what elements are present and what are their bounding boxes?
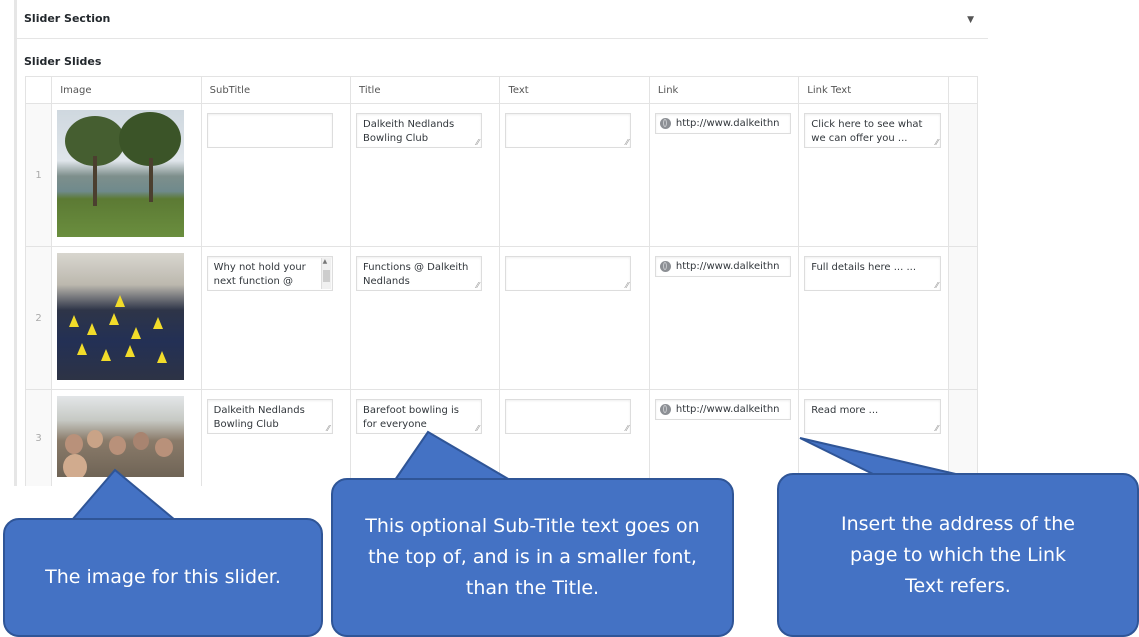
slides-repeater-table: Image SubTitle Title Text Link Link Text…: [24, 76, 979, 487]
resize-grip-icon[interactable]: ⁄⁄: [476, 282, 479, 290]
link-text-textarea[interactable]: Full details here ... ... ⁄⁄: [804, 256, 942, 291]
text-cell: ⁄⁄: [499, 103, 650, 247]
title-cell: Dalkeith Nedlands Bowling Club ⁄⁄: [350, 103, 501, 247]
subtitle-cell: [200, 103, 352, 247]
scroll-up-icon[interactable]: ▲: [323, 259, 328, 265]
link-text-value: Read more ...: [811, 405, 879, 416]
scroll-thumb[interactable]: [322, 270, 330, 282]
link-value: http://www.dalkeithn: [675, 404, 780, 415]
text-textarea[interactable]: ⁄⁄: [505, 256, 632, 291]
row-remove-cell[interactable]: [947, 389, 979, 487]
text-cell: ⁄⁄: [499, 389, 650, 487]
resize-grip-icon[interactable]: ⁄⁄: [476, 425, 479, 433]
subtitle-textarea[interactable]: Dalkeith Nedlands Bowling Club ⁄⁄: [206, 399, 333, 434]
row-remove-cell[interactable]: [947, 246, 979, 390]
triangle-down-icon[interactable]: ▼: [967, 15, 974, 25]
subtitle-callout-text: This optional Sub-Title text goes on the…: [365, 515, 700, 599]
link-text-value: Full details here ... ...: [811, 262, 917, 273]
resize-grip-icon[interactable]: ⁄⁄: [936, 282, 939, 290]
slides-field-label: Slider Slides: [24, 55, 102, 68]
image-callout-text: The image for this slider.: [45, 566, 281, 588]
link-value: http://www.dalkeithn: [675, 261, 780, 272]
column-header-link-text: Link Text: [798, 76, 949, 104]
function-room-photo[interactable]: [57, 253, 185, 380]
row-remove-cell[interactable]: [947, 103, 979, 247]
link-url-input[interactable]: http://www.dalkeithn: [654, 113, 791, 134]
subtitle-value: Dalkeith Nedlands Bowling Club: [213, 405, 305, 430]
table-header-row: Image SubTitle Title Text Link Link Text: [24, 76, 979, 104]
row-order-handle[interactable]: 2: [24, 246, 53, 390]
column-header-image: Image: [51, 76, 202, 104]
title-value: Functions @ Dalkeith Nedlands: [363, 262, 469, 287]
link-value: http://www.dalkeithn: [675, 118, 780, 129]
link-text-textarea[interactable]: Click here to see what we can offer you …: [804, 113, 942, 148]
link-text-cell: Read more ... ⁄⁄: [798, 389, 949, 487]
row-order-handle[interactable]: 1: [24, 103, 53, 247]
subtitle-value: Why not hold your next function @: [213, 262, 306, 287]
lakeside-trees-photo[interactable]: [57, 110, 185, 237]
subtitle-cell: Why not hold your next function @ ▲: [200, 246, 352, 390]
order-header: [24, 76, 53, 104]
resize-grip-icon[interactable]: ⁄⁄: [936, 139, 939, 147]
link-cell: http://www.dalkeithn: [648, 389, 800, 487]
link-cell: http://www.dalkeithn: [648, 103, 800, 247]
link-url-input[interactable]: http://www.dalkeithn: [654, 256, 791, 277]
resize-grip-icon[interactable]: ⁄⁄: [476, 139, 479, 147]
clubhouse-crowd-photo[interactable]: [57, 396, 185, 477]
resize-grip-icon[interactable]: ⁄⁄: [626, 425, 629, 433]
title-value: Dalkeith Nedlands Bowling Club: [363, 119, 455, 144]
column-header-link: Link: [648, 76, 800, 104]
link-url-input[interactable]: http://www.dalkeithn: [654, 399, 791, 420]
resize-grip-icon[interactable]: ⁄⁄: [327, 425, 330, 433]
globe-icon: [659, 261, 671, 272]
table-row: 3 Dalkeith Nedlands Bowling Club ⁄⁄ Bare…: [24, 389, 979, 487]
title-textarea[interactable]: Functions @ Dalkeith Nedlands ⁄⁄: [356, 256, 483, 291]
link-callout: Insert the address of the page to which …: [777, 473, 1139, 637]
subtitle-callout: This optional Sub-Title text goes on the…: [331, 478, 734, 637]
subtitle-textarea[interactable]: [206, 113, 333, 148]
image-cell: [51, 246, 202, 390]
table-row: 1 Dalkeith Nedlands Bowling Club ⁄⁄ ⁄⁄ h…: [24, 103, 979, 247]
title-cell: Functions @ Dalkeith Nedlands ⁄⁄: [350, 246, 501, 390]
resize-grip-icon[interactable]: ⁄⁄: [626, 139, 629, 147]
text-textarea[interactable]: ⁄⁄: [505, 399, 632, 434]
title-textarea[interactable]: Barefoot bowling is for everyone ⁄⁄: [356, 399, 483, 434]
link-text-cell: Click here to see what we can offer you …: [798, 103, 949, 247]
column-header-title: Title: [350, 76, 501, 104]
resize-grip-icon[interactable]: ⁄⁄: [936, 425, 939, 433]
section-title: Slider Section: [24, 12, 111, 25]
link-text-value: Click here to see what we can offer you …: [811, 119, 923, 144]
title-textarea[interactable]: Dalkeith Nedlands Bowling Club ⁄⁄: [356, 113, 483, 148]
panel-left-border: [14, 0, 17, 488]
resize-grip-icon[interactable]: ⁄⁄: [626, 282, 629, 290]
image-cell: [51, 103, 202, 247]
title-value: Barefoot bowling is for everyone: [363, 405, 459, 430]
link-text-textarea[interactable]: Read more ... ⁄⁄: [804, 399, 942, 434]
textarea-scrollbar[interactable]: ▲: [320, 258, 331, 289]
globe-icon: [659, 118, 671, 129]
column-header-subtitle: SubTitle: [200, 76, 352, 104]
section-header[interactable]: Slider Section ▼: [14, 0, 988, 39]
text-cell: ⁄⁄: [499, 246, 650, 390]
subtitle-cell: Dalkeith Nedlands Bowling Club ⁄⁄: [200, 389, 352, 487]
text-textarea[interactable]: ⁄⁄: [505, 113, 632, 148]
image-cell: [51, 389, 202, 487]
link-text-cell: Full details here ... ... ⁄⁄: [798, 246, 949, 390]
link-cell: http://www.dalkeithn: [648, 246, 800, 390]
column-header-text: Text: [499, 76, 650, 104]
table-row: 2 Why not hold your next function @ ▲ Fu…: [24, 246, 979, 390]
row-order-handle[interactable]: 3: [24, 389, 53, 487]
link-callout-text: Insert the address of the page to which …: [841, 512, 1075, 597]
title-cell: Barefoot bowling is for everyone ⁄⁄: [350, 389, 501, 487]
remove-header: [947, 76, 979, 104]
slider-section-panel: Slider Section ▼ Slider Slides Image Sub…: [14, 0, 988, 488]
globe-icon: [659, 404, 671, 415]
image-callout: The image for this slider.: [3, 518, 323, 637]
subtitle-textarea[interactable]: Why not hold your next function @ ▲: [206, 256, 333, 291]
